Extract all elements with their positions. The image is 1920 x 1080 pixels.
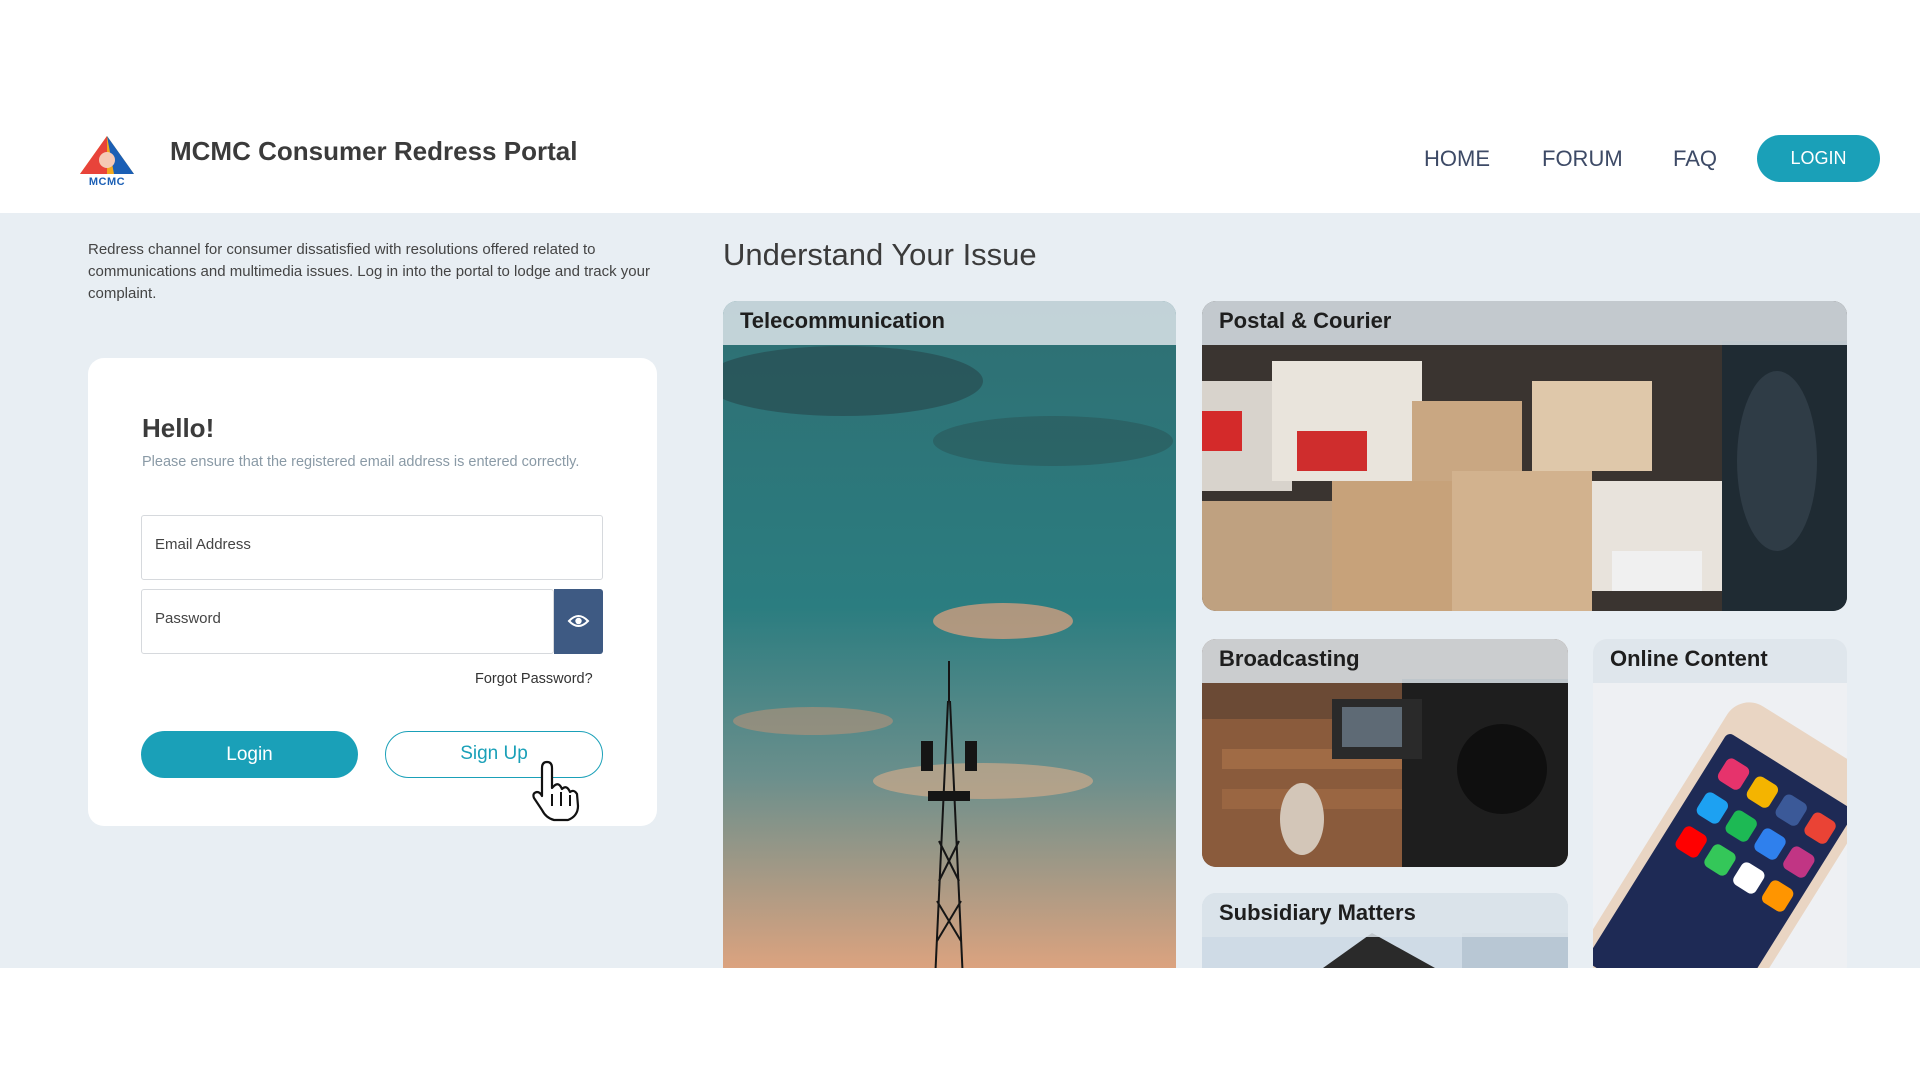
eye-icon [567,615,590,627]
main-content: Redress channel for consumer dissatisfie… [0,213,1920,968]
password-input[interactable] [155,610,535,627]
logo-text: MCMC [88,176,126,188]
logo-triangle-icon [80,136,134,174]
password-field[interactable] [141,589,554,654]
mcmc-logo[interactable]: MCMC [74,134,140,188]
tile-telecommunication[interactable]: Telecommunication [723,301,1176,968]
email-note: Please ensure that the registered email … [142,454,580,470]
parcels-photo [1202,301,1847,611]
greeting: Hello! [142,413,215,443]
tile-online-content[interactable]: Online Content [1593,639,1847,968]
tile-broadcasting[interactable]: Broadcasting [1202,639,1568,867]
top-header: MCMC MCMC Consumer Redress Portal HOME F… [0,118,1920,213]
tile-label: Online Content [1610,646,1768,671]
email-field[interactable] [141,515,603,580]
issues-title: Understand Your Issue [723,237,1037,272]
forgot-password-link[interactable]: Forgot Password? [475,671,593,687]
tile-subsidiary-matters[interactable]: Subsidiary Matters [1202,893,1568,968]
login-card: Hello! Please ensure that the registered… [88,358,657,826]
tile-label: Broadcasting [1219,646,1360,671]
nav-forum[interactable]: FORUM [1542,146,1623,172]
hand-pointer-cursor-icon [532,760,580,822]
tile-postal-courier[interactable]: Postal & Courier [1202,301,1847,611]
header-login-button[interactable]: LOGIN [1757,135,1880,182]
tile-label: Telecommunication [740,308,945,333]
tile-label: Subsidiary Matters [1219,900,1416,925]
telecom-tower-photo [723,301,1176,968]
nav-faq[interactable]: FAQ [1673,146,1717,172]
smartphone-photo [1593,639,1847,968]
login-button[interactable]: Login [141,731,358,778]
show-password-button[interactable] [554,589,603,654]
intro-text: Redress channel for consumer dissatisfie… [88,241,650,302]
site-title: MCMC Consumer Redress Portal [170,136,578,166]
nav-home[interactable]: HOME [1424,146,1490,172]
email-input[interactable] [155,536,535,553]
tile-label: Postal & Courier [1219,308,1392,333]
